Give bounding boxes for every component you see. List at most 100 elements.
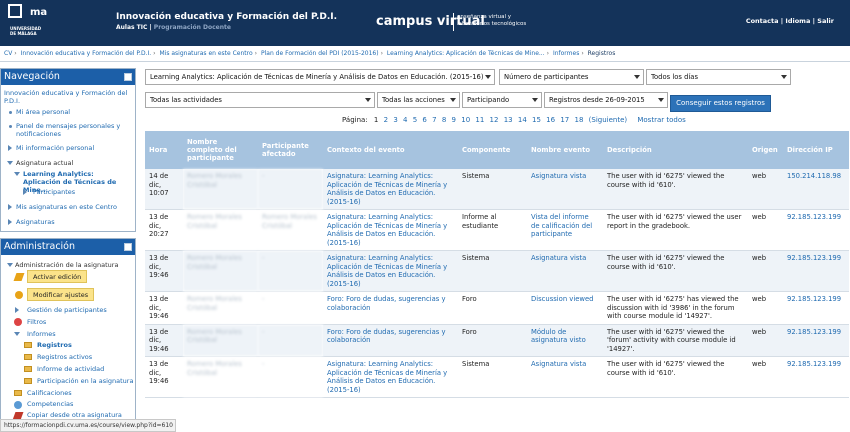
- nav-item-asignaturas[interactable]: Asignaturas: [16, 218, 55, 226]
- block-collapse-icon[interactable]: [124, 73, 132, 81]
- cell-ip[interactable]: 92.185.123.199: [783, 250, 849, 292]
- admin-informe-actividad[interactable]: Informe de actividad: [37, 365, 104, 373]
- nav-item-mi-informacion[interactable]: Mi información personal: [16, 144, 94, 152]
- col-header[interactable]: Componente: [458, 131, 527, 169]
- block-collapse-icon[interactable]: [124, 243, 132, 251]
- admin-participacion[interactable]: Participación en la asignatura: [37, 377, 133, 385]
- page-link[interactable]: 6: [422, 116, 426, 124]
- page-link[interactable]: 15: [532, 116, 541, 124]
- cell-event[interactable]: Asignatura vista: [527, 356, 603, 398]
- page-next-link[interactable]: (Siguiente): [589, 116, 627, 124]
- page-link[interactable]: 9: [452, 116, 456, 124]
- page-link[interactable]: 14: [518, 116, 527, 124]
- page-link[interactable]: 3: [393, 116, 397, 124]
- expand-arrow-icon[interactable]: [8, 145, 12, 151]
- col-header[interactable]: Descripción: [603, 131, 748, 169]
- col-header[interactable]: Participante afectado: [258, 131, 323, 169]
- page-link[interactable]: 11: [475, 116, 484, 124]
- modificar-ajustes-button[interactable]: Modificar ajustes: [27, 288, 95, 301]
- cell-context[interactable]: Asignatura: Learning Analytics: Aplicaci…: [323, 169, 458, 210]
- cell-event[interactable]: Discussion viewed: [527, 291, 603, 325]
- nav-item-participantes[interactable]: Participantes: [33, 188, 75, 196]
- collapse-arrow-icon[interactable]: [14, 332, 20, 336]
- breadcrumb-item[interactable]: Innovación educativa y Formación del P.D…: [21, 50, 152, 57]
- cell-ip[interactable]: 150.214.118.98: [783, 169, 849, 210]
- page-link[interactable]: 16: [546, 116, 555, 124]
- page-link[interactable]: 5: [413, 116, 417, 124]
- from-select[interactable]: Registros desde 26-09-2015: [544, 92, 668, 108]
- participants-select[interactable]: Número de participantes: [499, 69, 644, 85]
- admin-gestion-participantes[interactable]: Gestión de participantes: [27, 306, 107, 314]
- expand-arrow-icon[interactable]: [15, 307, 19, 313]
- collapse-arrow-icon[interactable]: [7, 161, 13, 165]
- cell-event[interactable]: Asignatura vista: [527, 250, 603, 292]
- col-header[interactable]: Origen: [748, 131, 783, 169]
- expand-arrow-icon[interactable]: [23, 189, 27, 195]
- admin-course-admin[interactable]: Administración de la asignatura: [15, 261, 118, 269]
- cell-event[interactable]: Asignatura vista: [527, 169, 603, 210]
- page-link[interactable]: 13: [504, 116, 513, 124]
- col-header[interactable]: Dirección IP: [783, 131, 849, 169]
- expand-arrow-icon[interactable]: [8, 204, 12, 210]
- contacta-link[interactable]: Contacta: [746, 17, 779, 25]
- admin-competencias[interactable]: Competencias: [27, 400, 73, 408]
- col-header[interactable]: Nombre completo del participante: [183, 131, 258, 169]
- nav-item-asignatura-actual[interactable]: Asignatura actual: [16, 159, 73, 167]
- breadcrumb-item[interactable]: Mis asignaturas en este Centro: [159, 50, 252, 57]
- page-link[interactable]: 10: [461, 116, 470, 124]
- nav-home-link[interactable]: Innovación educativa y Formación del P.D…: [4, 89, 129, 105]
- collapse-arrow-icon[interactable]: [7, 263, 13, 267]
- cell-user[interactable]: Romero Morales Cristóbal: [183, 209, 258, 251]
- cell-user[interactable]: Romero Morales Cristóbal: [183, 291, 258, 325]
- admin-filtros[interactable]: Filtros: [27, 318, 46, 326]
- salir-link[interactable]: Salir: [817, 17, 834, 25]
- col-header[interactable]: Contexto del evento: [323, 131, 458, 169]
- course-select[interactable]: Learning Analytics: Aplicación de Técnic…: [145, 69, 495, 85]
- actions-select[interactable]: Todas las acciones: [377, 92, 460, 108]
- cell-user[interactable]: Romero Morales Cristóbal: [183, 250, 258, 292]
- breadcrumb-item[interactable]: Plan de Formación del PDI (2015-2016): [261, 50, 379, 57]
- cell-ip[interactable]: 92.185.123.199: [783, 209, 849, 251]
- cell-context[interactable]: Foro: Foro de dudas, sugerencias y colab…: [323, 291, 458, 325]
- page-link[interactable]: 18: [574, 116, 583, 124]
- page-link[interactable]: 8: [442, 116, 446, 124]
- cell-ip[interactable]: 92.185.123.199: [783, 291, 849, 325]
- admin-informes[interactable]: Informes: [27, 330, 56, 338]
- cell-ip[interactable]: 92.185.123.199: [783, 356, 849, 398]
- admin-calificaciones[interactable]: Calificaciones: [27, 389, 72, 397]
- cell-user[interactable]: Romero Morales Cristóbal: [183, 169, 258, 210]
- breadcrumb-item[interactable]: Informes: [553, 50, 579, 57]
- page-link[interactable]: 12: [490, 116, 499, 124]
- page-link[interactable]: 2: [384, 116, 388, 124]
- admin-registros-activos[interactable]: Registros activos: [37, 353, 92, 361]
- days-select[interactable]: Todos los días: [646, 69, 791, 85]
- col-header[interactable]: Hora: [145, 131, 183, 169]
- cell-affected[interactable]: Romero Morales Cristóbal: [258, 209, 323, 251]
- page-link[interactable]: 17: [560, 116, 569, 124]
- nav-item-panel-mensajes[interactable]: Panel de mensajes personales y notificac…: [16, 122, 134, 138]
- cell-ip[interactable]: 92.185.123.199: [783, 324, 849, 357]
- expand-arrow-icon[interactable]: [8, 219, 12, 225]
- collapse-arrow-icon[interactable]: [14, 172, 20, 176]
- cell-context[interactable]: Asignatura: Learning Analytics: Aplicaci…: [323, 209, 458, 251]
- cell-event[interactable]: Módulo de asignatura visto: [527, 324, 603, 357]
- breadcrumb-item[interactable]: Learning Analytics: Aplicación de Técnic…: [387, 50, 545, 57]
- cell-event[interactable]: Vista del informe de calificación del pa…: [527, 209, 603, 251]
- activities-select[interactable]: Todas las actividades: [145, 92, 375, 108]
- cell-user[interactable]: Romero Morales Cristóbal: [183, 356, 258, 398]
- admin-copiar[interactable]: Copiar desde otra asignatura: [27, 411, 122, 419]
- page-show-all-link[interactable]: Mostrar todos: [637, 116, 685, 124]
- site-title[interactable]: Innovación educativa y Formación del P.D…: [116, 12, 337, 22]
- nav-item-mi-area[interactable]: Mi área personal: [16, 108, 70, 116]
- page-link[interactable]: 7: [432, 116, 436, 124]
- cell-context[interactable]: Foro: Foro de dudas, sugerencias y colab…: [323, 324, 458, 357]
- university-logo[interactable]: ma UNIVERSIDAD DE MÁLAGA: [8, 4, 47, 42]
- cell-context[interactable]: Asignatura: Learning Analytics: Aplicaci…: [323, 250, 458, 292]
- cell-user[interactable]: Romero Morales Cristóbal: [183, 324, 258, 357]
- get-logs-button[interactable]: Conseguir estos registros: [670, 95, 771, 112]
- cell-context[interactable]: Asignatura: Learning Analytics: Aplicaci…: [323, 356, 458, 398]
- col-header[interactable]: Nombre evento: [527, 131, 603, 169]
- idioma-link[interactable]: Idioma: [785, 17, 810, 25]
- role-select[interactable]: Participando: [462, 92, 542, 108]
- activar-edicion-button[interactable]: Activar edición: [27, 270, 88, 283]
